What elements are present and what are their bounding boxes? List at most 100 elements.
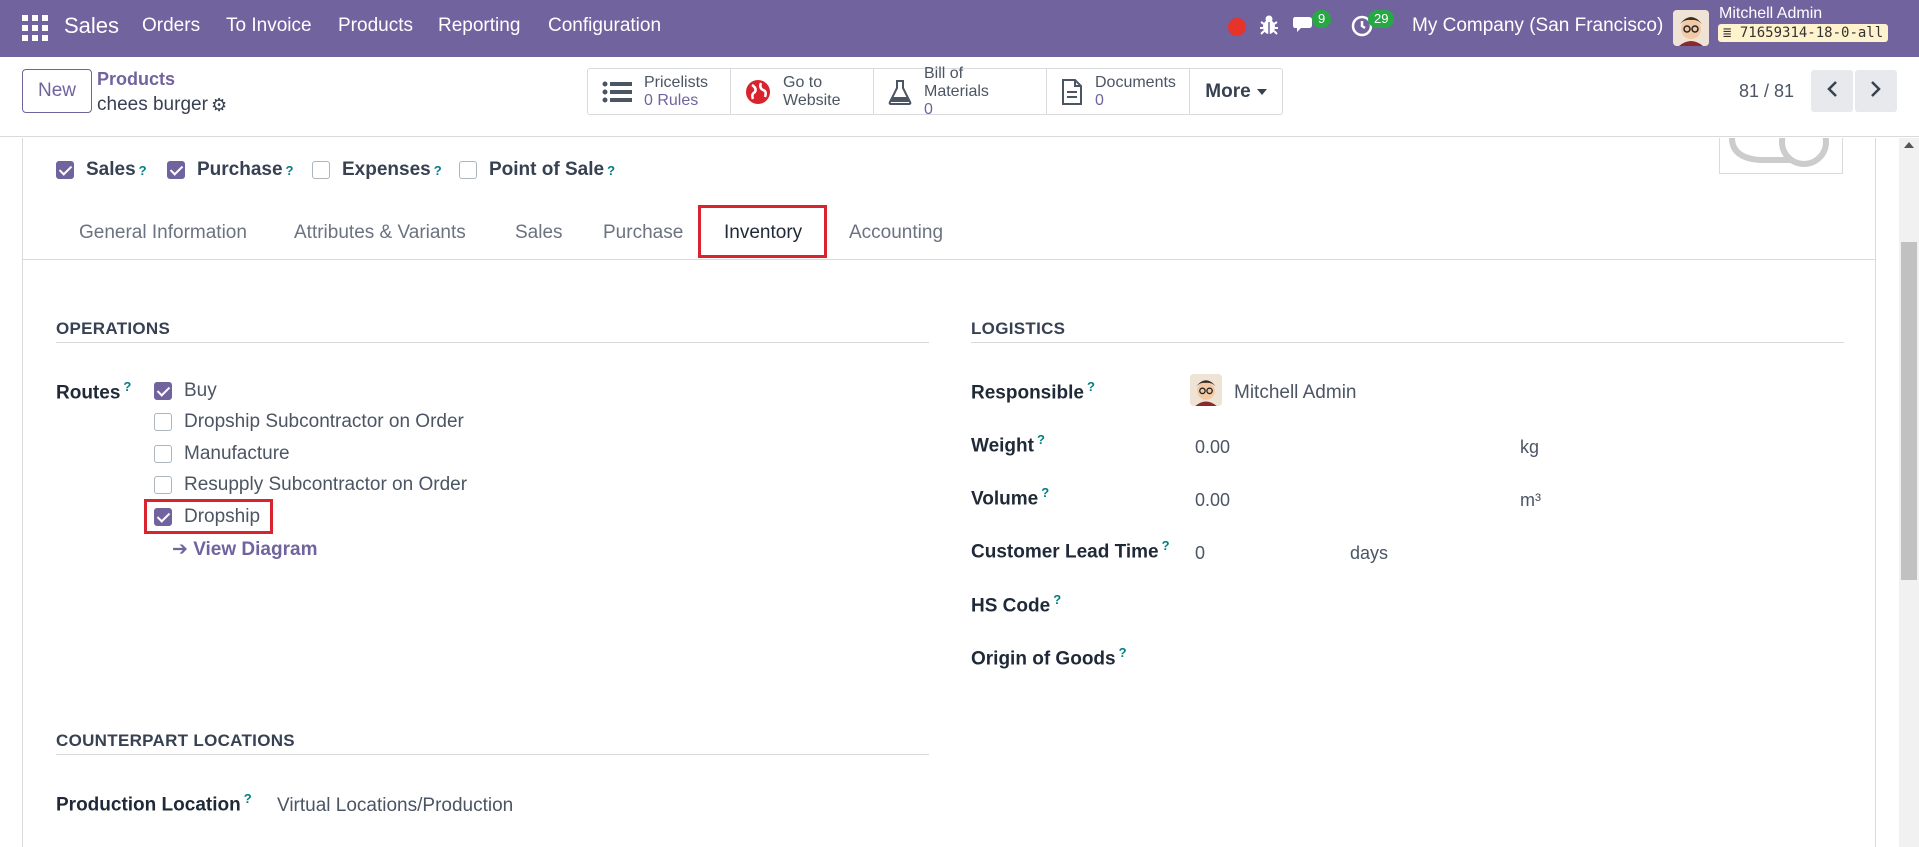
- volume-input[interactable]: 0.00: [1195, 490, 1230, 511]
- volume-unit: m³: [1520, 490, 1541, 510]
- flag-point-of-sale[interactable]: Point of Sale?: [459, 159, 615, 181]
- caret-down-icon: [1256, 88, 1267, 95]
- pricelists-count: 0 Rules: [644, 91, 699, 109]
- help-icon[interactable]: ?: [1162, 538, 1170, 553]
- more-label: More: [1205, 80, 1251, 102]
- go-to-website-button[interactable]: Go to Website: [731, 69, 874, 114]
- lead-time-input[interactable]: 0: [1195, 543, 1205, 564]
- weight-unit: kg: [1520, 437, 1540, 457]
- help-icon[interactable]: ?: [123, 379, 131, 394]
- smart-buttons: Pricelists 0 Rules Go to Website Bill of M…: [587, 65, 1283, 118]
- tab-purchase[interactable]: Purchase: [603, 222, 683, 244]
- database-tag: ≣ 71659314-18-0-all: [1718, 24, 1889, 42]
- inventory-tab-highlight: [698, 205, 827, 258]
- product-image-placeholder[interactable]: [1719, 117, 1843, 174]
- flag-expenses[interactable]: Expenses?: [312, 159, 442, 181]
- bill-of-materials-button[interactable]: Bill of Materials 0: [874, 65, 1047, 118]
- flag-sales[interactable]: Sales?: [56, 159, 147, 181]
- activity-badge: 29: [1368, 10, 1395, 28]
- bug-icon[interactable]: [1259, 14, 1279, 41]
- manufacture-checkbox[interactable]: [154, 445, 172, 463]
- control-panel: New Products chees burger ⚙ Pricelists 0 …: [0, 57, 1919, 137]
- weight-input[interactable]: 0.00: [1195, 437, 1230, 458]
- help-icon[interactable]: ?: [1041, 485, 1049, 500]
- more-button[interactable]: More: [1190, 69, 1282, 114]
- flag-purchase[interactable]: Purchase?: [167, 159, 294, 181]
- weight-label: Weight?: [971, 432, 1045, 457]
- database-icon: ≣: [1723, 25, 1732, 41]
- route-resupply-subcontractor[interactable]: Resupply Subcontractor on Order: [154, 474, 467, 496]
- help-icon[interactable]: ?: [286, 163, 294, 178]
- sales-checkbox[interactable]: [56, 161, 74, 179]
- apps-menu-icon[interactable]: [22, 15, 48, 41]
- menu-reporting[interactable]: Reporting: [438, 15, 520, 37]
- record-icon[interactable]: [1228, 18, 1246, 36]
- customer-lead-time-label: Customer Lead Time?: [971, 538, 1170, 563]
- chevron-right-icon: [1870, 80, 1882, 103]
- breadcrumb-current: chees burger: [97, 94, 208, 115]
- operations-divider: [56, 342, 929, 343]
- app-name[interactable]: Sales: [64, 13, 119, 39]
- route-dropship-subcontractor[interactable]: Dropship Subcontractor on Order: [154, 411, 464, 433]
- view-diagram-link[interactable]: ➔ View Diagram: [172, 538, 317, 561]
- purchase-checkbox[interactable]: [167, 161, 185, 179]
- point-of-sale-checkbox[interactable]: [459, 161, 477, 179]
- scroll-up-icon[interactable]: [1904, 142, 1914, 148]
- website-label: Website: [783, 91, 841, 109]
- routes-label: Routes?: [56, 379, 132, 404]
- help-icon[interactable]: ?: [1087, 379, 1095, 394]
- pricelists-button[interactable]: Pricelists 0 Rules: [588, 69, 731, 114]
- buy-checkbox[interactable]: [154, 382, 172, 400]
- resupply-subcontractor-checkbox[interactable]: [154, 476, 172, 494]
- scrollbar-thumb[interactable]: [1901, 242, 1917, 580]
- go-to-label: Go to: [783, 73, 823, 91]
- route-manufacture[interactable]: Manufacture: [154, 443, 290, 465]
- dropship-subcontractor-checkbox[interactable]: [154, 413, 172, 431]
- responsible-value[interactable]: Mitchell Admin: [1234, 382, 1357, 404]
- documents-count: 0: [1095, 91, 1104, 109]
- company-switcher[interactable]: My Company (San Francisco): [1412, 15, 1663, 37]
- bom-count: 0: [924, 100, 933, 118]
- pager-previous-button[interactable]: [1811, 70, 1853, 112]
- menu-configuration[interactable]: Configuration: [548, 15, 661, 37]
- arrow-right-icon: ➔: [172, 539, 188, 560]
- menu-orders[interactable]: Orders: [142, 15, 200, 37]
- tab-general-information[interactable]: General Information: [79, 222, 247, 244]
- help-icon[interactable]: ?: [244, 791, 252, 806]
- pager-value[interactable]: 81 / 81: [1739, 81, 1794, 102]
- tab-sales[interactable]: Sales: [515, 222, 563, 244]
- flask-icon: [888, 79, 912, 105]
- pager-next-button[interactable]: [1855, 70, 1897, 112]
- expenses-checkbox[interactable]: [312, 161, 330, 179]
- menu-to-invoice[interactable]: To Invoice: [226, 15, 312, 37]
- menu-products[interactable]: Products: [338, 15, 413, 37]
- operations-title: OPERATIONS: [56, 319, 171, 338]
- user-avatar[interactable]: [1673, 10, 1709, 46]
- route-buy[interactable]: Buy: [154, 380, 217, 402]
- user-name[interactable]: Mitchell Admin: [1719, 5, 1822, 23]
- help-icon[interactable]: ?: [434, 163, 442, 178]
- tab-accounting[interactable]: Accounting: [849, 222, 943, 244]
- logistics-title: LOGISTICS: [971, 319, 1066, 338]
- bom-label: Bill of Materials: [924, 64, 989, 100]
- dropship-highlight: [144, 499, 273, 534]
- counterpart-divider: [56, 754, 929, 755]
- help-icon[interactable]: ?: [1037, 432, 1045, 447]
- help-icon[interactable]: ?: [139, 163, 147, 178]
- production-location-value[interactable]: Virtual Locations/Production: [277, 795, 513, 817]
- tab-attributes-variants[interactable]: Attributes & Variants: [294, 222, 466, 244]
- list-icon: [602, 80, 632, 104]
- help-icon[interactable]: ?: [1119, 645, 1127, 660]
- volume-label: Volume?: [971, 485, 1050, 510]
- documents-button[interactable]: Documents 0: [1047, 69, 1190, 114]
- responsible-avatar: [1190, 374, 1222, 406]
- gear-icon[interactable]: ⚙: [211, 95, 227, 116]
- breadcrumb-products[interactable]: Products: [97, 69, 175, 90]
- help-icon[interactable]: ?: [1053, 592, 1061, 607]
- help-icon[interactable]: ?: [607, 163, 615, 178]
- documents-label: Documents: [1095, 73, 1176, 91]
- new-button[interactable]: New: [22, 69, 92, 113]
- responsible-label: Responsible?: [971, 379, 1095, 404]
- hs-code-label: HS Code?: [971, 592, 1062, 617]
- logistics-divider: [971, 342, 1844, 343]
